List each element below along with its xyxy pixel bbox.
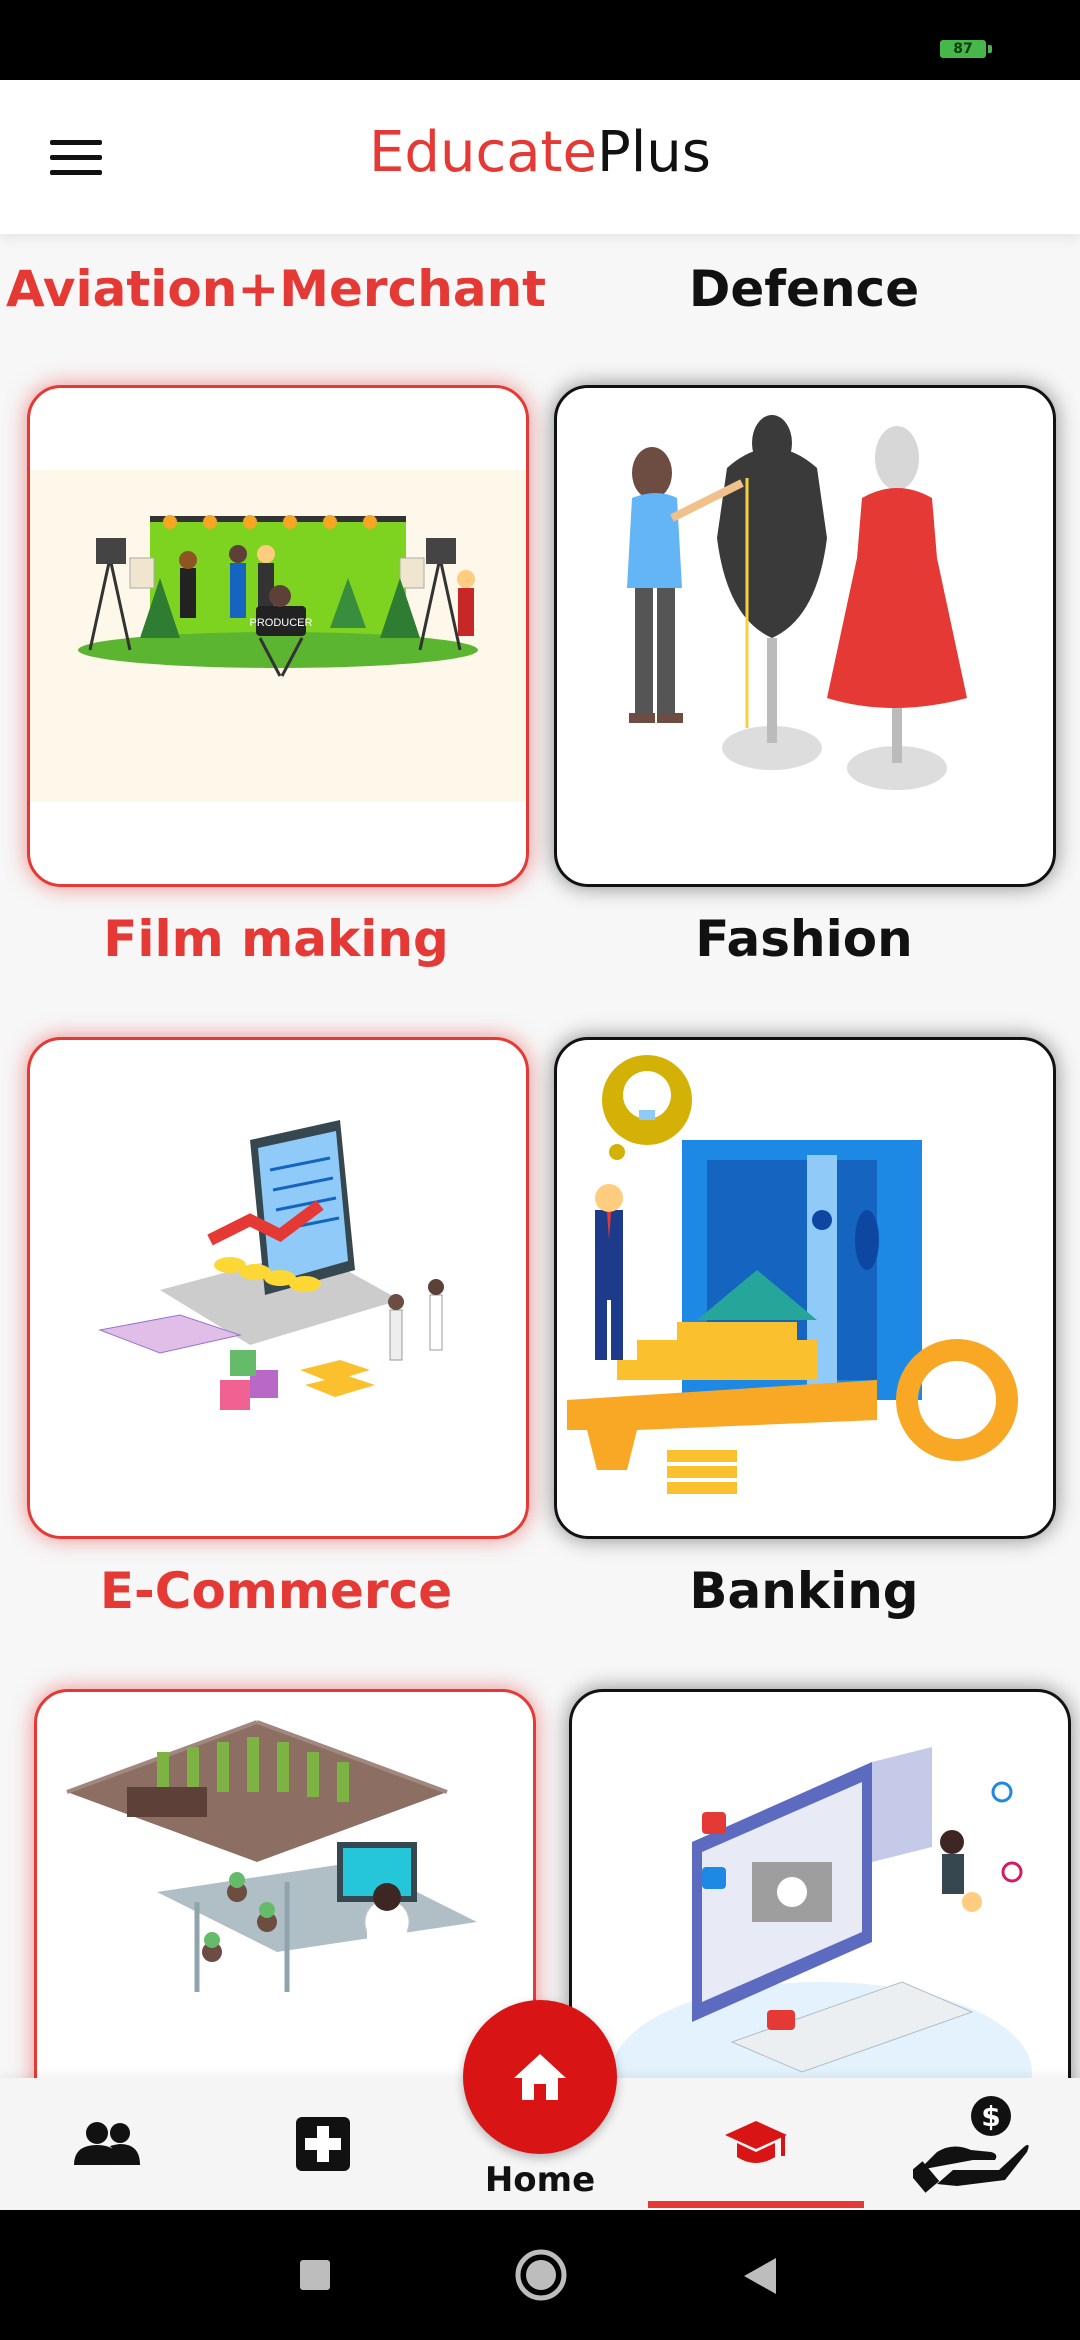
medical-cross-icon [296, 2117, 350, 2171]
circle-icon [515, 2249, 567, 2301]
category-label-fashion[interactable]: Fashion [534, 910, 1074, 968]
nav-people[interactable] [7, 2078, 207, 2210]
category-grid[interactable]: Aviation+Merchant Defence PRODUCER Film … [0, 234, 1080, 2078]
system-home-button[interactable] [514, 2248, 568, 2307]
banking-illustration [567, 1055, 1018, 1494]
nav-education[interactable] [656, 2078, 856, 2210]
home-icon [514, 2054, 566, 2100]
nav-medical[interactable] [223, 2078, 423, 2210]
social-media-illustration [612, 1747, 1032, 2078]
nav-money[interactable]: $ [873, 2078, 1073, 2210]
category-card-agriculture[interactable] [34, 1689, 536, 2078]
category-label-banking[interactable]: Banking [534, 1562, 1074, 1620]
category-card-fashion[interactable] [554, 385, 1056, 887]
nav-active-indicator [648, 2201, 864, 2208]
film-making-illustration: PRODUCER [30, 470, 526, 802]
app-title-part-2: Plus [596, 120, 711, 185]
home-button[interactable] [463, 2000, 617, 2154]
category-card-e-commerce[interactable] [27, 1037, 529, 1539]
fashion-illustration [627, 415, 967, 790]
category-label-e-commerce[interactable]: E-Commerce [6, 1562, 546, 1620]
app-bar: EducatePlus [0, 80, 1080, 234]
money-hand-icon: $ [913, 2096, 1029, 2193]
back-triangle-icon [744, 2258, 776, 2294]
square-icon [300, 2260, 330, 2290]
category-label-aviation-merchant[interactable]: Aviation+Merchant [6, 260, 546, 318]
battery-indicator: 87 [940, 40, 992, 58]
people-icon [74, 2122, 140, 2165]
app-title-part-1: Educate [369, 120, 597, 185]
category-label-defence[interactable]: Defence [534, 260, 1074, 318]
producer-chair-text: PRODUCER [250, 617, 313, 629]
svg-text:$: $ [981, 2100, 1000, 2133]
system-navigation-bar [0, 2210, 1080, 2340]
category-label-film-making[interactable]: Film making [6, 910, 546, 968]
category-card-film-making[interactable]: PRODUCER [27, 385, 529, 887]
category-card-banking[interactable] [554, 1037, 1056, 1539]
home-label: Home [484, 2160, 596, 2200]
graduation-cap-icon [725, 2121, 787, 2163]
agriculture-illustration [66, 1720, 477, 1992]
status-bar: 87 [0, 0, 1080, 80]
e-commerce-illustration [98, 1120, 444, 1410]
category-card-social-media[interactable] [569, 1689, 1071, 2078]
recent-apps-button[interactable] [298, 2258, 332, 2297]
back-button[interactable] [740, 2256, 780, 2301]
app-title: EducatePlus [0, 120, 1080, 185]
